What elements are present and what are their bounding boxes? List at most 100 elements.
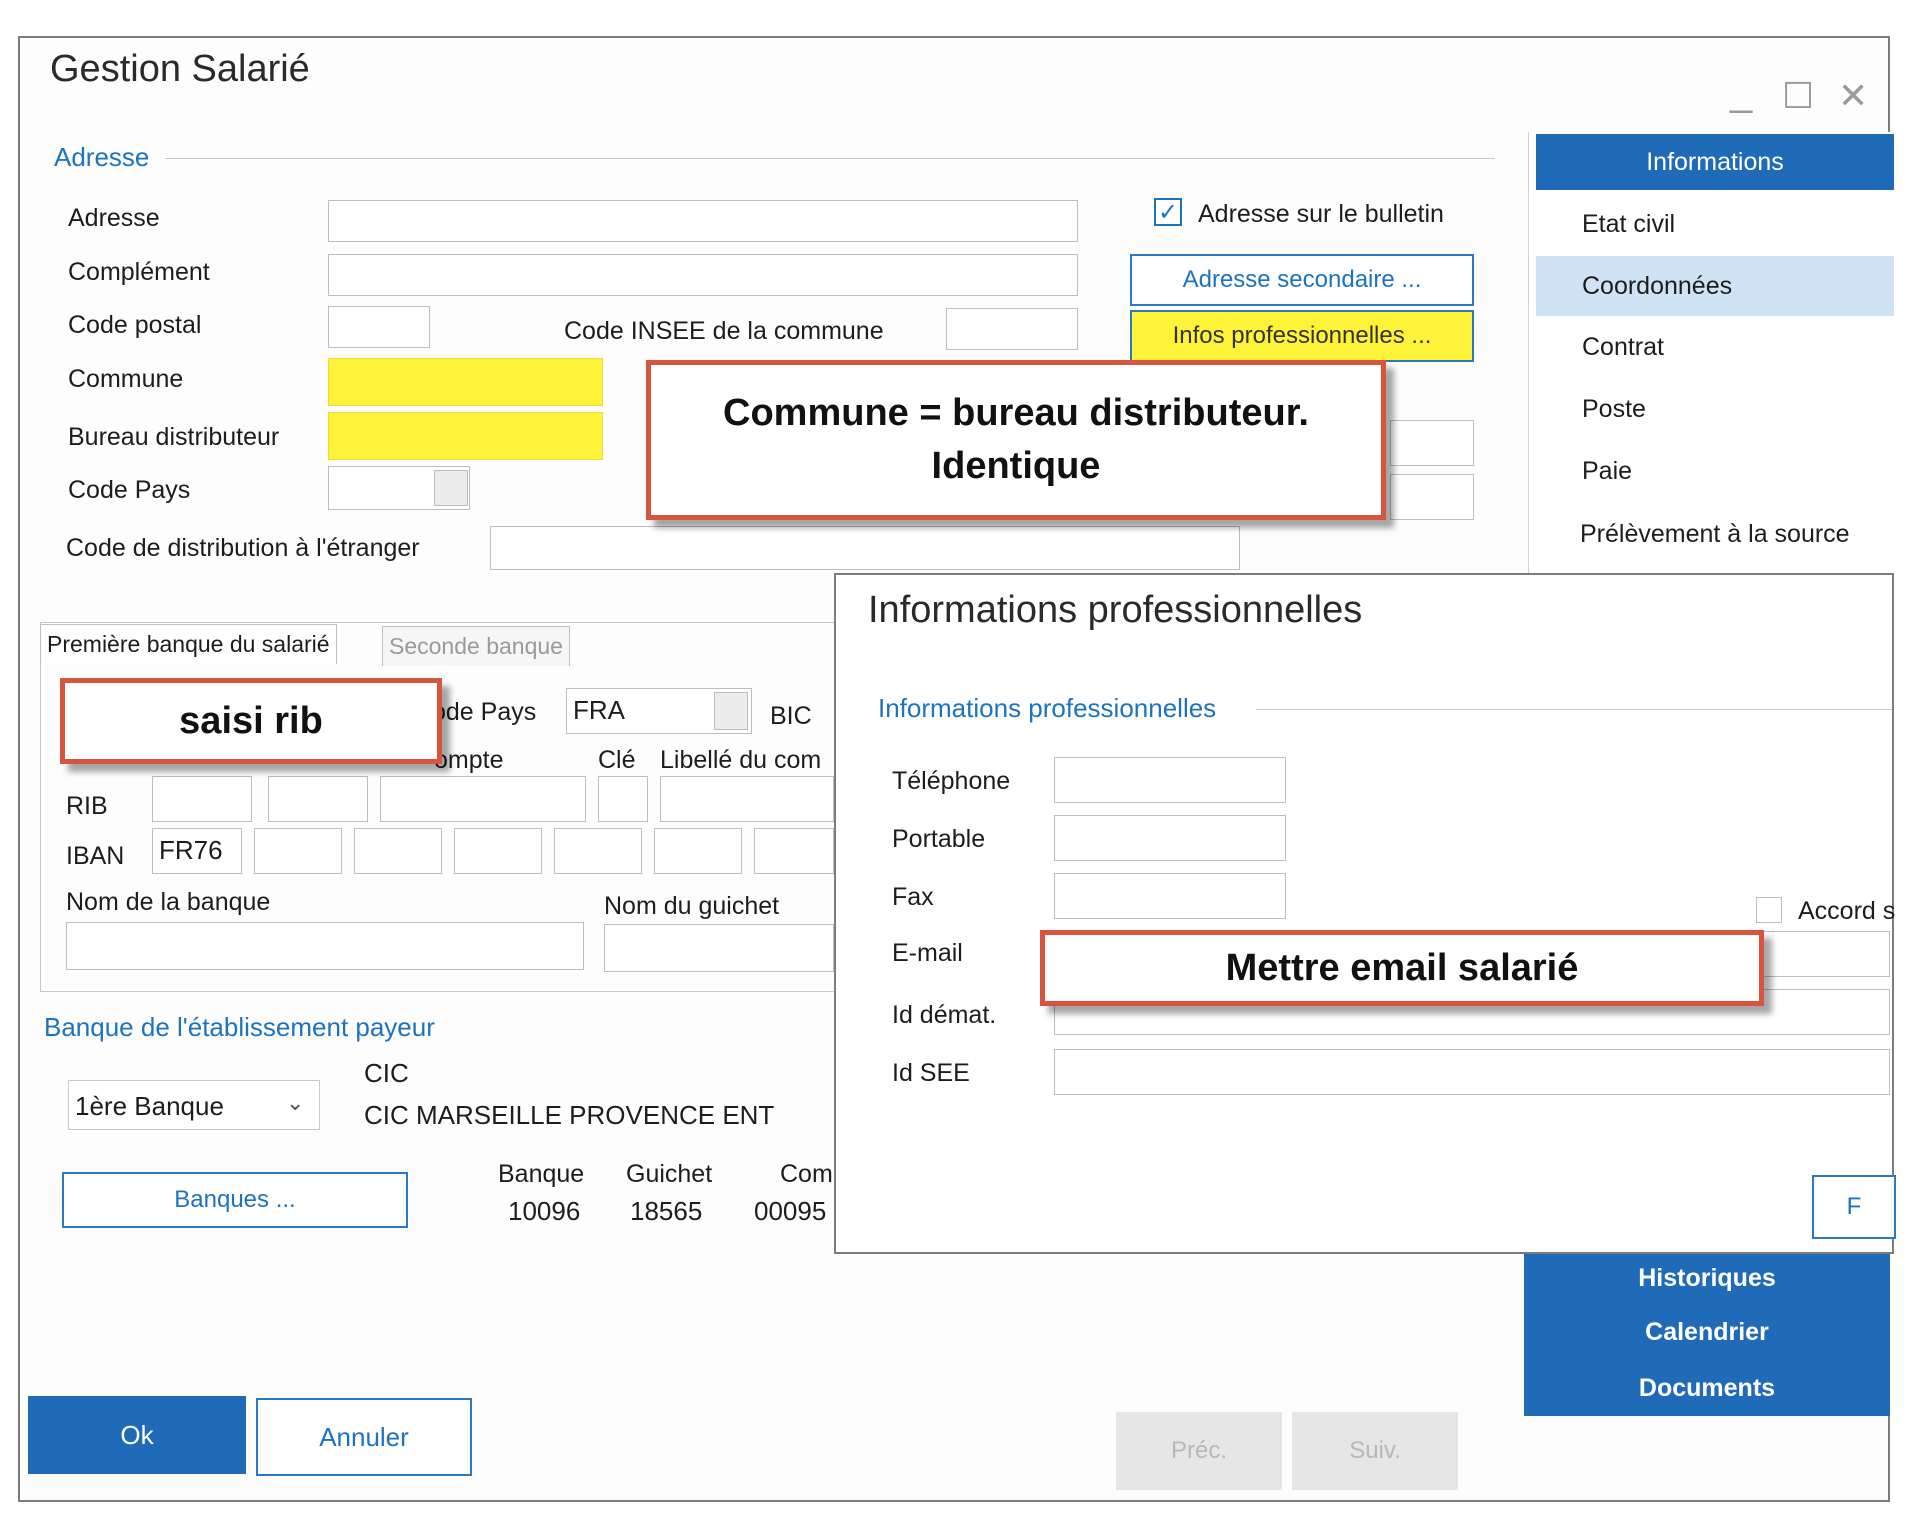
minimize-icon[interactable]: _ [1730,72,1752,112]
section-divider [165,158,1495,159]
iban-label: IBAN [66,842,125,870]
nav-item-coordonnees[interactable]: Coordonnées [1536,256,1894,316]
callout-commune: Commune = bureau distributeur. Identique [646,360,1386,520]
iban-part-3-input[interactable] [354,828,442,874]
iban-part-1-input[interactable]: FR76 [152,828,242,874]
ok-button[interactable]: Ok [28,1396,246,1474]
nom-banque-input[interactable] [66,922,584,970]
callout-email-text: Mettre email salarié [1225,946,1579,989]
commune-input[interactable] [328,358,603,406]
id-demat-label: Id démat. [892,1001,997,1029]
code-distribution-input[interactable] [490,526,1240,570]
code-insee-input[interactable] [946,308,1078,350]
code-pays-dropdown-icon[interactable] [434,470,468,506]
bank-code-pays-label: ode Pays [432,698,537,726]
banque-select-value: 1ère Banque [75,1091,224,1121]
nav-documents[interactable]: Documents [1524,1360,1890,1416]
iban-prefix-value: FR76 [159,835,223,865]
callout-commune-line1: Commune = bureau distributeur. [723,391,1309,434]
bureau-input[interactable] [328,412,603,460]
payer-col-compte: Com [780,1160,833,1188]
rib-guichet-input[interactable] [268,776,368,822]
accord-checkbox[interactable] [1756,897,1782,923]
suiv-button[interactable]: Suiv. [1292,1412,1458,1490]
iban-part-6-input[interactable] [654,828,742,874]
payer-bank-name: CIC MARSEILLE PROVENCE ENT [364,1100,775,1130]
code-postal-label: Code postal [68,311,202,339]
nav-calendrier[interactable]: Calendrier [1524,1304,1890,1360]
chevron-down-icon[interactable]: ⌄ [286,1090,304,1116]
checkmark-icon: ✓ [1157,198,1179,226]
iban-part-5-input[interactable] [554,828,642,874]
rib-cle-input[interactable] [598,776,648,822]
iban-part-4-input[interactable] [454,828,542,874]
id-see-input[interactable] [1054,1049,1890,1095]
maximize-icon[interactable]: ☐ [1782,78,1814,114]
callout-rib: saisi rib [60,678,442,764]
col-libelle-label: Libellé du com [660,746,822,774]
id-see-label: Id SEE [892,1059,970,1087]
nav-item-etat-civil[interactable]: Etat civil [1536,196,1894,252]
code-insee-label: Code INSEE de la commune [564,317,884,345]
iban-part-2-input[interactable] [254,828,342,874]
nav-item-paie[interactable]: Paie [1536,442,1894,500]
iban-part-7-input[interactable] [754,828,834,874]
nom-guichet-label: Nom du guichet [604,892,780,920]
infos-professionnelles-button[interactable]: Infos professionnelles ... [1130,310,1474,362]
bureau-label: Bureau distributeur [68,423,280,451]
callout-commune-line2: Identique [931,445,1101,487]
payer-col-guichet: Guichet [626,1160,713,1188]
tab-seconde-banque[interactable]: Seconde banque [382,626,570,666]
commune-label: Commune [68,365,184,393]
payer-val-compte: 00095 [754,1196,827,1226]
window-title: Gestion Salarié [50,48,310,90]
adresse-input[interactable] [328,200,1078,242]
payer-bank-section-title: Banque de l'établissement payeur [44,1012,435,1042]
prec-button[interactable]: Préc. [1116,1412,1282,1490]
infos-pro-dialog: Informations professionnelles Informatio… [834,573,1896,1254]
adresse-label: Adresse [68,204,160,232]
payer-bank-short: CIC [364,1058,409,1088]
email-label: E-mail [892,939,963,967]
rib-compte-input[interactable] [380,776,586,822]
portable-input[interactable] [1054,815,1286,861]
callout-rib-text: saisi rib [179,699,323,742]
code-postal-input[interactable] [328,306,430,348]
fax-input[interactable] [1054,873,1286,919]
tab-premiere-banque[interactable]: Première banque du salarié [40,624,337,664]
nom-guichet-input[interactable] [604,924,834,972]
complement-input[interactable] [328,254,1078,296]
dialog-section-title: Informations professionnelles [878,693,1217,723]
dialog-partial-button[interactable]: F [1812,1175,1896,1239]
field-partial[interactable] [1390,474,1474,520]
adresse-secondaire-button[interactable]: Adresse secondaire ... [1130,254,1474,306]
nav-item-prelevement[interactable]: Prélèvement à la source [1536,504,1894,564]
adresse-bulletin-checkbox[interactable]: ✓ [1154,198,1182,226]
rib-label: RIB [66,792,108,820]
nav-item-poste[interactable]: Poste [1536,380,1894,438]
payer-val-banque: 10096 [508,1196,581,1226]
complement-label: Complément [68,258,210,286]
adresse-bulletin-label: Adresse sur le bulletin [1198,200,1444,228]
accord-label: Accord s [1798,897,1896,925]
nav-header-informations[interactable]: Informations [1536,134,1894,190]
rib-banque-input[interactable] [152,776,252,822]
nav-item-contrat[interactable]: Contrat [1536,318,1894,376]
bank-pays-dropdown-icon[interactable] [714,692,748,730]
field-partial[interactable] [1390,420,1474,466]
rib-libelle-input[interactable] [660,776,834,822]
telephone-input[interactable] [1054,757,1286,803]
address-section-title: Adresse [54,142,150,172]
dialog-title: Informations professionnelles [868,589,1363,631]
callout-email: Mettre email salarié [1040,930,1764,1006]
banques-button[interactable]: Banques ... [62,1172,408,1228]
col-compte-label: ompte [434,746,504,774]
bic-label: BIC [770,702,812,730]
annuler-button[interactable]: Annuler [256,1398,472,1476]
close-icon[interactable]: ✕ [1838,78,1868,114]
payer-val-guichet: 18565 [630,1196,703,1226]
dialog-section-divider [1256,709,1892,710]
banque-select[interactable]: 1ère Banque [68,1080,320,1130]
nav-historiques[interactable]: Historiques [1524,1252,1890,1304]
code-pays-label: Code Pays [68,476,191,504]
